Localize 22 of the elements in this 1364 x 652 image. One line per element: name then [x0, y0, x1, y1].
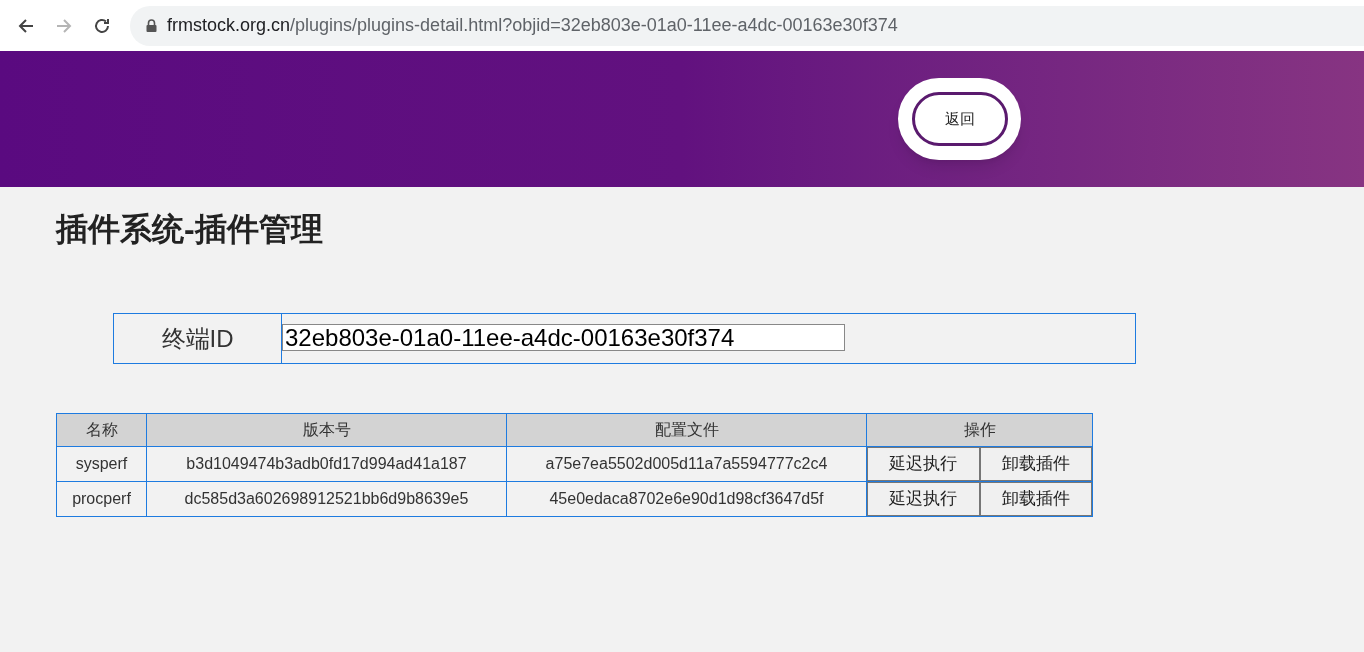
page-title: 插件系统-插件管理 [56, 210, 324, 249]
column-header: 版本号 [146, 413, 507, 447]
lock-icon [146, 19, 157, 32]
action-button[interactable]: 卸载插件 [979, 447, 1092, 481]
table-cell: a75e7ea5502d005d11a7a5594777c2c4 [506, 446, 867, 482]
address-bar[interactable]: frmstock.org.cn/plugins/plugins-detail.html?objid=32eb803e-01a0-11ee-a4dc-00163e30f374 [130, 5, 1364, 46]
url-host: frmstock.org.cn [167, 15, 291, 35]
column-header: 操作 [866, 413, 1093, 447]
table-cell: procperf [56, 481, 147, 517]
table-cell: sysperf [56, 446, 147, 482]
action-button[interactable]: 延迟执行 [867, 447, 980, 481]
column-header: 配置文件 [506, 413, 867, 447]
action-button[interactable]: 延迟执行 [867, 482, 980, 516]
table-cell: dc585d3a602698912521bb6d9b8639e5 [146, 481, 507, 517]
back-button[interactable]: 返回 [911, 92, 1008, 146]
url-path: /plugins/plugins-detail.html?objid=32eb803e-01a0-11ee-a4dc-00163e30f374 [290, 15, 898, 35]
action-button[interactable]: 卸载插件 [979, 482, 1092, 516]
terminal-label: 终端ID [113, 313, 282, 364]
terminal-id-field[interactable]: 32eb803e-01a0-11ee-a4dc-00163e30f374 [282, 324, 845, 352]
table-cell: 45e0edaca8702e6e90d1d98cf3647d5f [506, 481, 867, 517]
table-cell: b3d1049474b3adb0fd17d994ad41a187 [146, 446, 507, 482]
column-header: 名称 [56, 413, 147, 447]
